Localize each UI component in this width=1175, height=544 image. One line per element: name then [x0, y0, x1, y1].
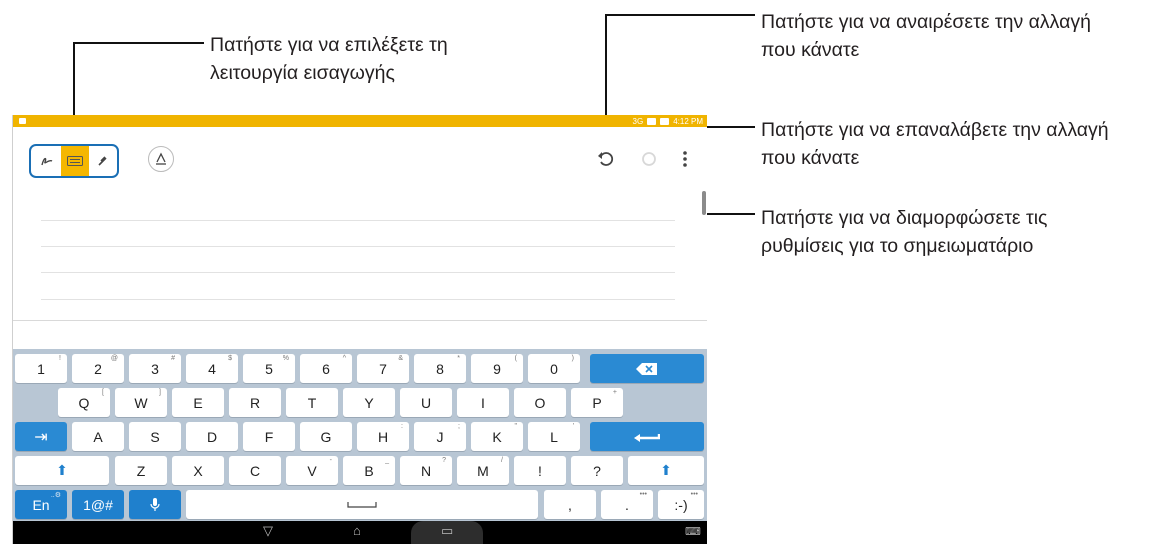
battery-icon [660, 117, 670, 125]
key-1[interactable]: 1! [15, 354, 67, 383]
status-bar: 3G 4:12 PM [13, 115, 707, 127]
on-screen-keyboard: 1! 2 @ 3 # 4 $ 5% 6 ^ 7 & 8 * 9( 0) Q[ W] E R … [13, 349, 707, 521]
key-exclamation[interactable]: ! [514, 456, 566, 485]
shift-key-right[interactable]: ⬆ [628, 456, 704, 485]
key-g[interactable]: G [300, 422, 352, 451]
back-icon[interactable]: ▽ [263, 523, 273, 539]
language-key[interactable]: En ..⚙ [15, 490, 67, 519]
navigation-bar: ▽ ⌂ ▭ ⌨ [13, 521, 707, 544]
tablet-screen: 3G 4:12 PM 1 ! 2 @ 3 # 4 $ 5 % 6 ^ 7 & 8… [12, 115, 707, 544]
space-key[interactable] [186, 490, 538, 519]
key-o[interactable]: O [514, 388, 566, 417]
key-h[interactable]: H: [357, 422, 409, 451]
scrollbar[interactable] [702, 191, 706, 215]
key-w[interactable]: W] [115, 388, 167, 417]
recents-icon[interactable]: ▭ [441, 523, 453, 539]
more-vertical-icon[interactable] [673, 146, 697, 172]
key-s[interactable]: S [129, 422, 181, 451]
smiley-key[interactable]: :-) ••• [658, 490, 704, 519]
note-line [41, 220, 675, 221]
key-0[interactable]: 0) [528, 354, 580, 383]
key-u[interactable]: U [400, 388, 452, 417]
key-r[interactable]: R [229, 388, 281, 417]
key-7[interactable]: 7 & [357, 354, 409, 383]
key-n[interactable]: N? [400, 456, 452, 485]
key-z[interactable]: Z [115, 456, 167, 485]
handwriting-icon[interactable] [33, 146, 61, 176]
key-t[interactable]: T [286, 388, 338, 417]
key-6[interactable]: 6 ^ [300, 354, 352, 383]
enter-key[interactable] [590, 422, 704, 451]
key-8[interactable]: 8 * [414, 354, 466, 383]
shift-icon: ⬆ [660, 462, 672, 478]
redo-icon[interactable] [637, 146, 661, 172]
callout-settings-line1: Πατήστε για να διαμορφώσετε τις [761, 207, 1048, 229]
key-j[interactable]: J; [414, 422, 466, 451]
key-d[interactable]: D [186, 422, 238, 451]
shift-key-left[interactable]: ⬆ [15, 456, 109, 485]
microphone-icon [150, 497, 160, 511]
divider [13, 320, 707, 321]
note-line [41, 272, 675, 273]
key-k[interactable]: K " [471, 422, 523, 451]
tab-icon: ⇥ [34, 428, 48, 446]
key-question[interactable]: ? [571, 456, 623, 485]
callout-undo-line2: που κάνατε [761, 39, 860, 61]
key-q[interactable]: Q[ [58, 388, 110, 417]
callout-settings-line2: ρυθμίσεις για το σημειωματάριο [761, 235, 1034, 257]
status-time: 4:12 PM [673, 116, 703, 126]
tab-key[interactable]: ⇥ [15, 422, 67, 451]
note-line [41, 299, 675, 300]
callout-undo-line1: Πατήστε για να αναιρέσετε την αλλαγή [761, 11, 1091, 33]
input-mode-selector [29, 144, 119, 178]
signal-icon [647, 117, 657, 125]
key-2[interactable]: 2 @ [72, 354, 124, 383]
key-l[interactable]: L ' [528, 422, 580, 451]
key-i[interactable]: I [457, 388, 509, 417]
key-m[interactable]: M / [457, 456, 509, 485]
keyboard-switch-icon[interactable]: ⌨ [685, 525, 701, 538]
key-a[interactable]: A [72, 422, 124, 451]
keyboard-icon[interactable] [61, 146, 89, 176]
key-5[interactable]: 5% [243, 354, 295, 383]
undo-icon[interactable] [594, 146, 618, 172]
key-v[interactable]: V- [286, 456, 338, 485]
key-c[interactable]: C [229, 456, 281, 485]
key-e[interactable]: E [172, 388, 224, 417]
callout-redo-line1: Πατήστε για να επαναλάβετε την αλλαγή [761, 119, 1109, 141]
callout-input-mode-line2: λειτουργία εισαγωγής [210, 62, 395, 84]
key-9[interactable]: 9( [471, 354, 523, 383]
key-y[interactable]: Y [343, 388, 395, 417]
key-f[interactable]: F [243, 422, 295, 451]
text-style-icon[interactable] [148, 146, 174, 172]
notes-toolbar [13, 127, 707, 187]
mic-key[interactable] [129, 490, 181, 519]
backspace-icon [636, 362, 657, 375]
enter-icon [634, 433, 660, 442]
spacebar-icon [347, 501, 377, 508]
note-line [41, 246, 675, 247]
key-3[interactable]: 3 # [129, 354, 181, 383]
callout-input-mode-line1: Πατήστε για να επιλέξετε τη [210, 34, 448, 56]
callout-redo-line2: που κάνατε [761, 147, 860, 169]
key-p[interactable]: P + [571, 388, 623, 417]
notification-icon [19, 118, 26, 124]
key-x[interactable]: X [172, 456, 224, 485]
key-4[interactable]: 4 $ [186, 354, 238, 383]
symbols-key[interactable]: 1@# [72, 490, 124, 519]
pen-icon[interactable] [89, 146, 117, 176]
home-icon[interactable]: ⌂ [353, 523, 361, 538]
key-b[interactable]: B _ [343, 456, 395, 485]
shift-icon: ⬆ [56, 462, 68, 478]
period-key[interactable]: . ••• [601, 490, 653, 519]
network-type: 3G [632, 116, 644, 126]
backspace-key[interactable] [590, 354, 704, 383]
comma-key[interactable]: , [544, 490, 596, 519]
